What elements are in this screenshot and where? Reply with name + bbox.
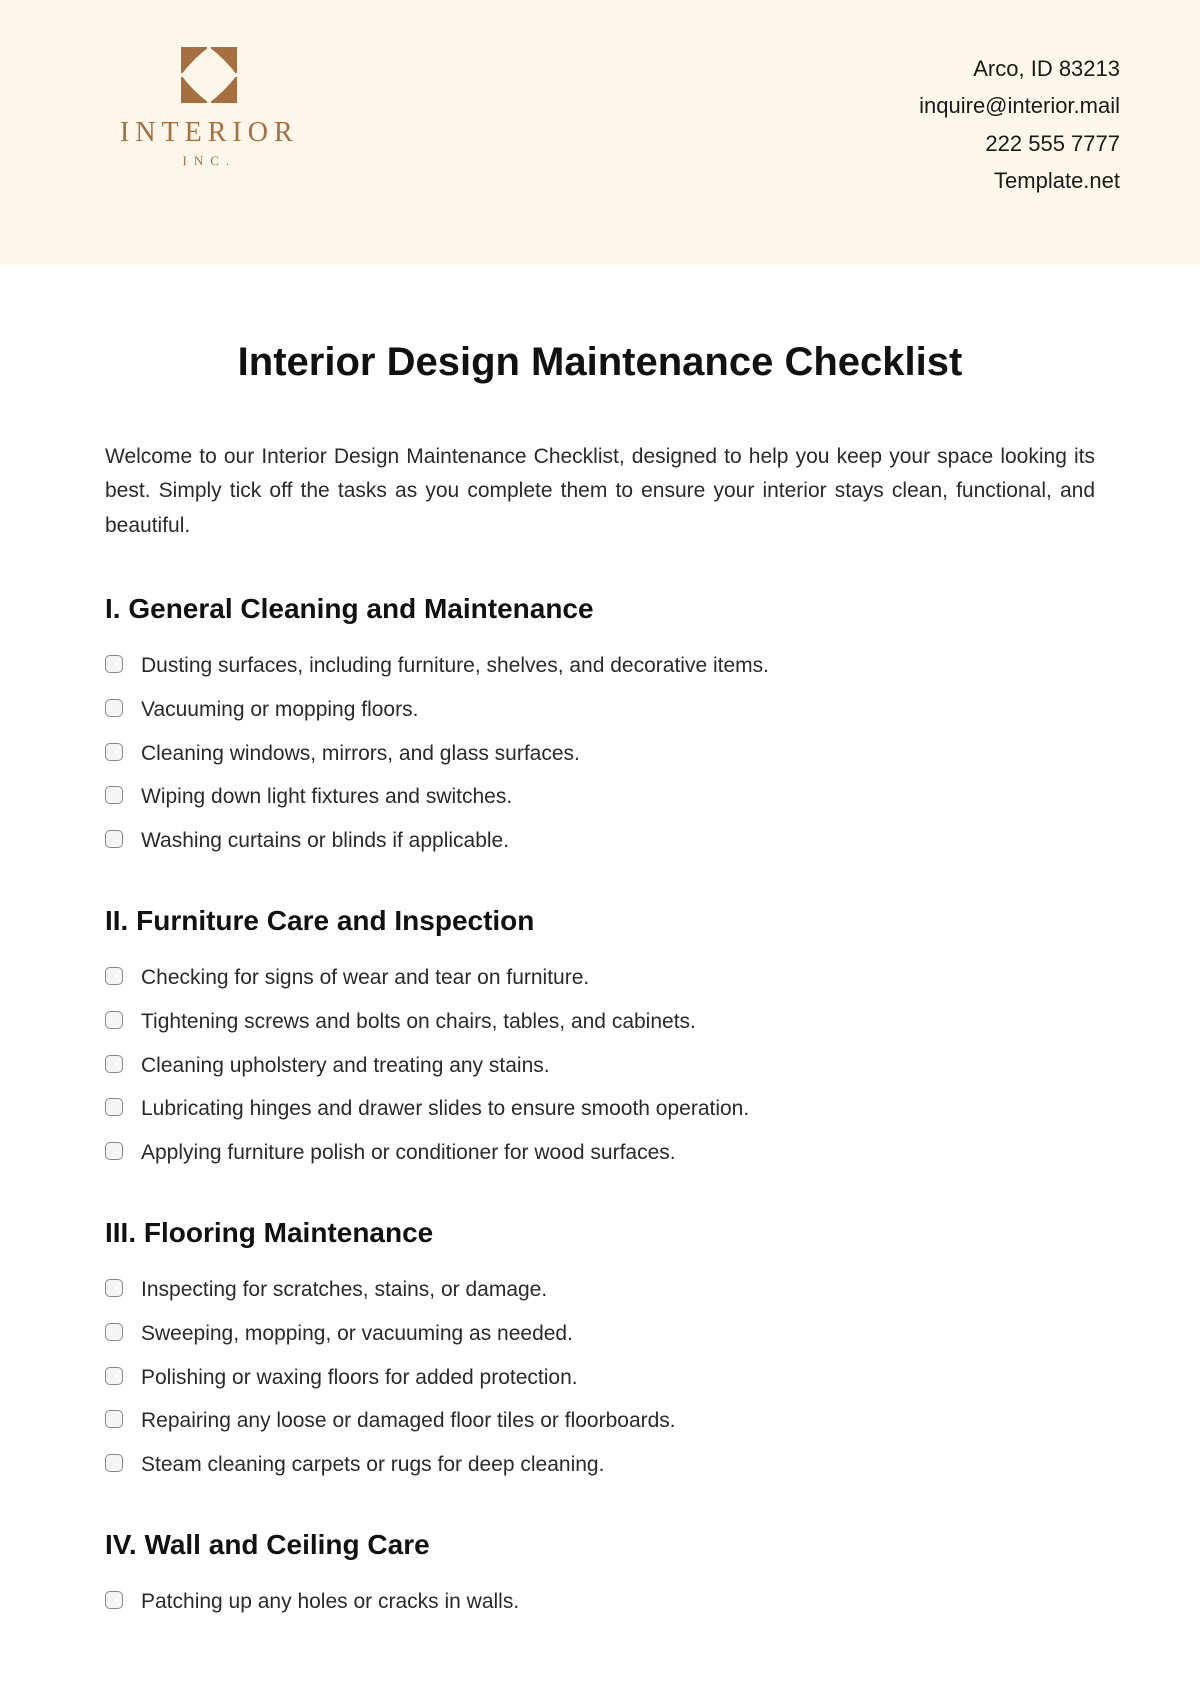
section: IV. Wall and Ceiling Care Patching up any… [105, 1529, 1095, 1619]
checklist-item: Tightening screws and bolts on chairs, t… [105, 1005, 1095, 1039]
checklist-item: Checking for signs of wear and tear on f… [105, 961, 1095, 995]
checklist: Patching up any holes or cracks in walls… [105, 1585, 1095, 1619]
checklist-item: Lubricating hinges and drawer slides to … [105, 1092, 1095, 1126]
checklist-item-text: Steam cleaning carpets or rugs for deep … [141, 1448, 1095, 1482]
checklist-item-text: Patching up any holes or cracks in walls… [141, 1585, 1095, 1619]
document-header: INTERIOR INC. Arco, ID 83213 inquire@int… [0, 0, 1200, 265]
checklist-item-text: Vacuuming or mopping floors. [141, 693, 1095, 727]
checklist-item: Vacuuming or mopping floors. [105, 693, 1095, 727]
contact-website: Template.net [919, 162, 1120, 199]
checklist-item: Sweeping, mopping, or vacuuming as neede… [105, 1317, 1095, 1351]
checklist: Dusting surfaces, including furniture, s… [105, 649, 1095, 857]
section-heading: IV. Wall and Ceiling Care [105, 1529, 1095, 1561]
document-content: Interior Design Maintenance Checklist We… [0, 265, 1200, 1619]
checklist-item: Cleaning upholstery and treating any sta… [105, 1049, 1095, 1083]
logo-mark-icon [179, 45, 239, 105]
checkbox[interactable] [105, 967, 123, 985]
checklist-item-text: Dusting surfaces, including furniture, s… [141, 649, 1095, 683]
checklist-item-text: Repairing any loose or damaged floor til… [141, 1404, 1095, 1438]
intro-text: Welcome to our Interior Design Maintenan… [105, 440, 1095, 544]
checklist-item: Washing curtains or blinds if applicable… [105, 824, 1095, 858]
checklist-item: Patching up any holes or cracks in walls… [105, 1585, 1095, 1619]
checkbox[interactable] [105, 1454, 123, 1472]
sections-container: I. General Cleaning and Maintenance Dusti… [105, 593, 1095, 1619]
checklist-item: Dusting surfaces, including furniture, s… [105, 649, 1095, 683]
checklist-item: Inspecting for scratches, stains, or dam… [105, 1273, 1095, 1307]
checklist-item-text: Cleaning windows, mirrors, and glass sur… [141, 737, 1095, 771]
checkbox[interactable] [105, 1323, 123, 1341]
checklist-item-text: Polishing or waxing floors for added pro… [141, 1361, 1095, 1395]
section: III. Flooring Maintenance Inspecting for … [105, 1217, 1095, 1481]
checklist-item: Cleaning windows, mirrors, and glass sur… [105, 737, 1095, 771]
checklist-item: Steam cleaning carpets or rugs for deep … [105, 1448, 1095, 1482]
checklist-item: Polishing or waxing floors for added pro… [105, 1361, 1095, 1395]
checklist-item-text: Sweeping, mopping, or vacuuming as neede… [141, 1317, 1095, 1351]
logo-text-sub: INC. [183, 153, 237, 169]
checklist-item-text: Inspecting for scratches, stains, or dam… [141, 1273, 1095, 1307]
checklist-item: Repairing any loose or damaged floor til… [105, 1404, 1095, 1438]
checkbox[interactable] [105, 1098, 123, 1116]
logo-text-main: INTERIOR [120, 117, 299, 149]
checkbox[interactable] [105, 830, 123, 848]
checkbox[interactable] [105, 699, 123, 717]
section-heading: III. Flooring Maintenance [105, 1217, 1095, 1249]
page-title: Interior Design Maintenance Checklist [105, 340, 1095, 385]
checkbox[interactable] [105, 1279, 123, 1297]
contact-address: Arco, ID 83213 [919, 50, 1120, 87]
checklist-item-text: Wiping down light fixtures and switches. [141, 780, 1095, 814]
checklist: Inspecting for scratches, stains, or dam… [105, 1273, 1095, 1481]
checklist-item-text: Washing curtains or blinds if applicable… [141, 824, 1095, 858]
checklist-item-text: Cleaning upholstery and treating any sta… [141, 1049, 1095, 1083]
checkbox[interactable] [105, 1410, 123, 1428]
checkbox[interactable] [105, 1055, 123, 1073]
section: I. General Cleaning and Maintenance Dusti… [105, 593, 1095, 857]
section: II. Furniture Care and Inspection Checkin… [105, 905, 1095, 1169]
checkbox[interactable] [105, 1367, 123, 1385]
checklist-item-text: Tightening screws and bolts on chairs, t… [141, 1005, 1095, 1039]
section-heading: I. General Cleaning and Maintenance [105, 593, 1095, 625]
checkbox[interactable] [105, 655, 123, 673]
checklist-item: Applying furniture polish or conditioner… [105, 1136, 1095, 1170]
checkbox[interactable] [105, 1142, 123, 1160]
checklist-item-text: Checking for signs of wear and tear on f… [141, 961, 1095, 995]
checkbox[interactable] [105, 743, 123, 761]
contact-email: inquire@interior.mail [919, 87, 1120, 124]
checklist-item-text: Applying furniture polish or conditioner… [141, 1136, 1095, 1170]
checkbox[interactable] [105, 1011, 123, 1029]
contact-phone: 222 555 7777 [919, 125, 1120, 162]
checkbox[interactable] [105, 1591, 123, 1609]
checkbox[interactable] [105, 786, 123, 804]
checklist: Checking for signs of wear and tear on f… [105, 961, 1095, 1169]
checklist-item: Wiping down light fixtures and switches. [105, 780, 1095, 814]
section-heading: II. Furniture Care and Inspection [105, 905, 1095, 937]
logo: INTERIOR INC. [120, 45, 299, 169]
checklist-item-text: Lubricating hinges and drawer slides to … [141, 1092, 1095, 1126]
contact-info: Arco, ID 83213 inquire@interior.mail 222… [919, 45, 1120, 200]
